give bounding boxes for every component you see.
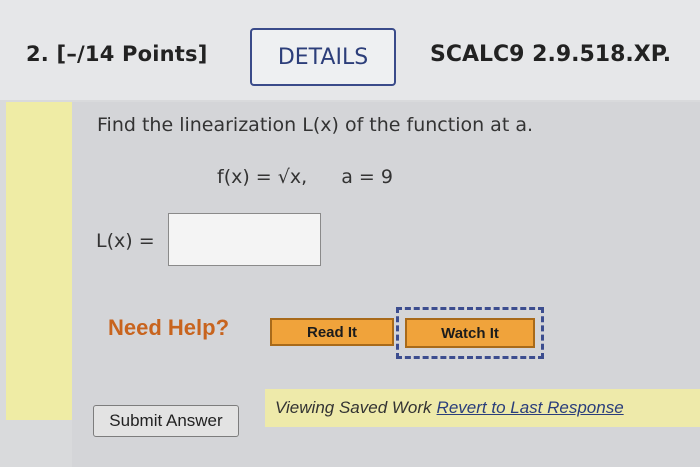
problem-prompt: Find the linearization L(x) of the funct… xyxy=(97,114,533,136)
question-code: SCALC9 2.9.518.XP. xyxy=(430,42,672,67)
saved-work-banner: Viewing Saved Work Revert to Last Respon… xyxy=(265,389,700,427)
question-highlight-bar xyxy=(6,102,72,420)
function-expression: f(x) = √x, a = 9 xyxy=(217,166,393,188)
question-points: [–/14 Points] xyxy=(56,42,208,66)
revert-link[interactable]: Revert to Last Response xyxy=(437,398,624,418)
answer-label: L(x) = xyxy=(96,230,155,252)
question-number-points: 2. [–/14 Points] xyxy=(26,42,208,66)
details-button[interactable]: DETAILS xyxy=(250,28,396,86)
function-definition: f(x) = √x, xyxy=(217,166,308,188)
submit-answer-button[interactable]: Submit Answer xyxy=(93,405,239,437)
saved-work-text: Viewing Saved Work xyxy=(275,398,432,417)
question-number: 2. xyxy=(26,42,49,66)
need-help-label: Need Help? xyxy=(108,315,230,340)
a-value: a = 9 xyxy=(341,166,393,188)
answer-input[interactable] xyxy=(168,213,321,266)
watch-it-button[interactable]: Watch It xyxy=(405,318,535,348)
read-it-button[interactable]: Read It xyxy=(270,318,394,346)
